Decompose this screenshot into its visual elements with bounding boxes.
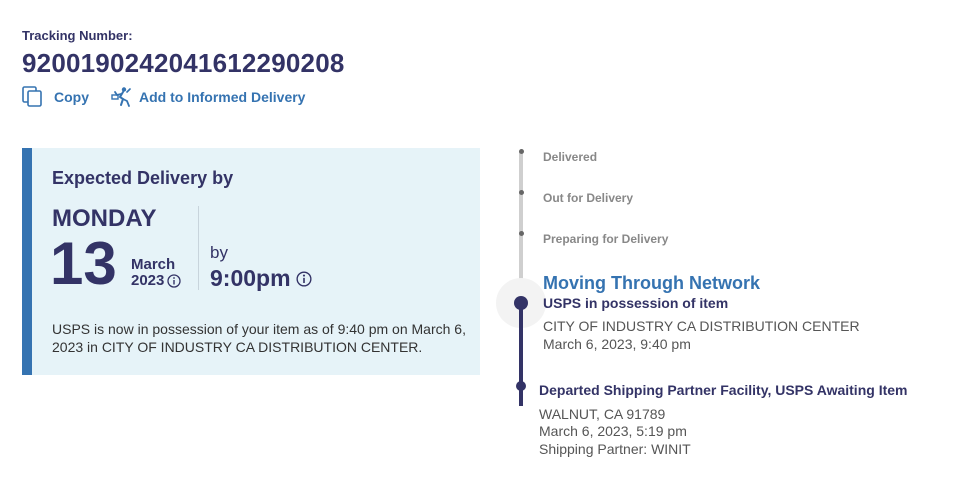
delivery-time-row: 9:00pm xyxy=(210,265,312,292)
timeline-dot xyxy=(518,190,524,195)
delivery-month: March xyxy=(131,256,176,273)
by-label: by xyxy=(210,243,228,262)
current-step-dot xyxy=(514,296,528,310)
expected-delivery-card: Expected Delivery by MONDAY 13 March 202… xyxy=(22,148,480,375)
info-icon[interactable] xyxy=(167,273,182,288)
step-delivered: Delivered xyxy=(543,150,598,164)
delivery-day-name: MONDAY xyxy=(52,205,157,232)
informed-delivery-label: Add to Informed Delivery xyxy=(139,89,306,105)
current-step-location: CITY OF INDUSTRY CA DISTRIBUTION CENTER xyxy=(543,318,860,334)
step-out-for-delivery: Out for Delivery xyxy=(543,191,634,205)
past-step-datetime: March 6, 2023, 5:19 pm xyxy=(539,423,687,439)
past-step-title: Departed Shipping Partner Facility, USPS… xyxy=(539,382,908,398)
copy-icon xyxy=(22,86,44,108)
tracking-number: 9200190242041612290208 xyxy=(22,48,345,78)
date-time-divider xyxy=(198,206,199,290)
informed-delivery-icon xyxy=(111,86,133,108)
tracking-number-label: Tracking Number: xyxy=(22,28,133,43)
delivery-year-row: 2023 xyxy=(131,272,182,289)
current-step-subtitle: USPS in possession of item xyxy=(543,295,729,311)
tracking-actions: Copy Add to Informed Delivery xyxy=(22,86,305,108)
delivery-day-number: 13 xyxy=(50,230,117,297)
tracking-page: Tracking Number: 9200190242041612290208 … xyxy=(0,0,979,477)
delivery-time: 9:00pm xyxy=(210,265,291,291)
delivery-status-description: USPS is now in possession of your item a… xyxy=(52,321,466,355)
current-step-title: Moving Through Network xyxy=(543,273,760,293)
past-step-location: WALNUT, CA 91789 xyxy=(539,406,666,422)
timeline-dot xyxy=(518,149,524,154)
past-step-partner: Shipping Partner: WINIT xyxy=(539,441,691,457)
delivery-year: 2023 xyxy=(131,272,165,289)
expected-delivery-title: Expected Delivery by xyxy=(52,168,234,188)
step-preparing-for-delivery: Preparing for Delivery xyxy=(543,232,669,246)
timeline-dot xyxy=(518,231,524,236)
past-step-dot xyxy=(516,381,526,391)
info-icon[interactable] xyxy=(296,270,312,287)
tracking-timeline: Delivered Out for Delivery Preparing for… xyxy=(490,140,979,477)
current-step-datetime: March 6, 2023, 9:40 pm xyxy=(543,336,691,352)
copy-label: Copy xyxy=(54,89,89,105)
copy-button[interactable]: Copy xyxy=(22,86,89,108)
add-to-informed-delivery-button[interactable]: Add to Informed Delivery xyxy=(111,86,305,108)
